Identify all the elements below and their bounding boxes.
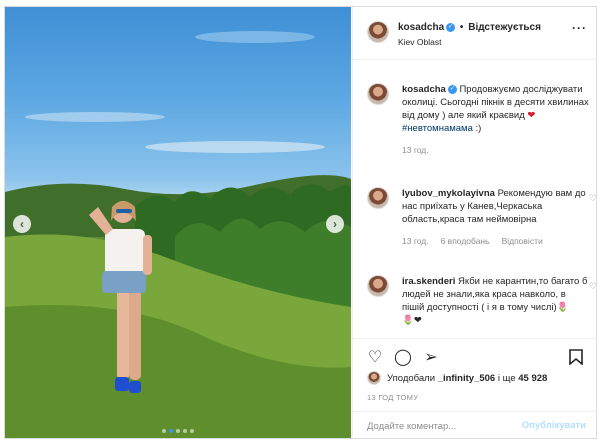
liked-prefix: Уподобали xyxy=(387,372,436,384)
author-avatar[interactable] xyxy=(367,21,389,43)
carousel-dots xyxy=(5,429,351,433)
comment-item: lyubov_mykolayivna Рекомендую вам до нас… xyxy=(367,187,597,248)
heart-emoji: ❤ xyxy=(527,110,536,121)
author-line: kosadcha ✓ • Відстежується xyxy=(398,22,541,33)
carousel-dot xyxy=(190,429,194,433)
carousel-dot xyxy=(162,429,166,433)
comment-username[interactable]: ira.skenderi xyxy=(402,276,455,287)
comment-likes[interactable]: 6 вподобань xyxy=(441,235,490,248)
carousel-dot-active xyxy=(169,429,173,433)
publish-button[interactable]: Опублікувати xyxy=(522,420,586,431)
likes-count-link[interactable]: 45 928 xyxy=(518,373,547,384)
comment-item: ira.skenderi Якби не карантин,то багато … xyxy=(367,275,597,327)
separator: • xyxy=(459,22,464,33)
share-send-icon[interactable]: ➢ xyxy=(421,347,441,367)
comment-time[interactable]: 13 год. xyxy=(402,235,429,248)
carousel-prev-button[interactable]: ‹ xyxy=(13,215,31,233)
carousel-dot xyxy=(176,429,180,433)
comments-list[interactable]: kosadcha ✓ Продовжуємо досліджувати околи… xyxy=(353,61,598,338)
caption-time[interactable]: 13 год. xyxy=(402,144,429,157)
comment-username[interactable]: lyubov_mykolayivna xyxy=(402,188,495,199)
post-photo[interactable]: ‹ › xyxy=(5,7,351,438)
comment-like-heart-icon[interactable]: ♡ xyxy=(589,281,597,292)
hashtag-link[interactable]: #невтомнамама xyxy=(402,123,473,134)
comment-like-heart-icon[interactable]: ♡ xyxy=(589,193,597,204)
post-actions: ♡ ◯ ➢ Уподобали _infinity_506 і ще 45 92… xyxy=(353,338,598,438)
carousel-dot xyxy=(183,429,187,433)
comment-emoji-row: 🌷❤ xyxy=(402,315,422,326)
verified-badge-icon: ✓ xyxy=(447,84,457,94)
liked-middle: і ще xyxy=(497,372,516,384)
like-heart-icon[interactable]: ♡ xyxy=(365,347,385,367)
caption-avatar[interactable] xyxy=(367,83,389,105)
post-header: kosadcha ✓ • Відстежується Kiev Oblast ··… xyxy=(353,7,597,60)
bookmark-icon[interactable] xyxy=(566,347,586,367)
follow-status-button[interactable]: Відстежується xyxy=(468,22,541,33)
comment-bubble-icon[interactable]: ◯ xyxy=(393,347,413,367)
post-sidebar: kosadcha ✓ • Відстежується Kiev Oblast ··… xyxy=(352,7,598,438)
carousel-next-button[interactable]: › xyxy=(326,215,344,233)
more-horizontal-icon[interactable]: ··· xyxy=(572,21,587,35)
comment-input[interactable] xyxy=(367,419,507,433)
caption-username[interactable]: kosadcha xyxy=(402,84,446,95)
add-comment-bar: Опублікувати xyxy=(353,411,598,439)
location-link[interactable]: Kiev Oblast xyxy=(398,37,441,47)
landscape-illustration xyxy=(5,31,351,438)
post-timestamp[interactable]: 13 ГОД ТОМУ xyxy=(367,393,418,402)
author-username[interactable]: kosadcha xyxy=(398,22,444,33)
likes-summary: Уподобали _infinity_506 і ще 45 928 xyxy=(367,371,547,385)
commenter-avatar[interactable] xyxy=(367,187,389,209)
commenter-avatar[interactable] xyxy=(367,275,389,297)
verified-badge-icon: ✓ xyxy=(446,22,456,32)
reply-button[interactable]: Відповісти xyxy=(502,235,543,248)
post-dialog: ‹ › kosadcha ✓ • Відстежується Kiev Oblas… xyxy=(4,6,598,439)
caption-text-end: :) xyxy=(475,123,482,134)
liker-avatar[interactable] xyxy=(367,371,381,385)
caption: kosadcha ✓ Продовжуємо досліджувати околи… xyxy=(367,83,589,157)
liked-user-link[interactable]: _infinity_506 xyxy=(438,373,496,384)
